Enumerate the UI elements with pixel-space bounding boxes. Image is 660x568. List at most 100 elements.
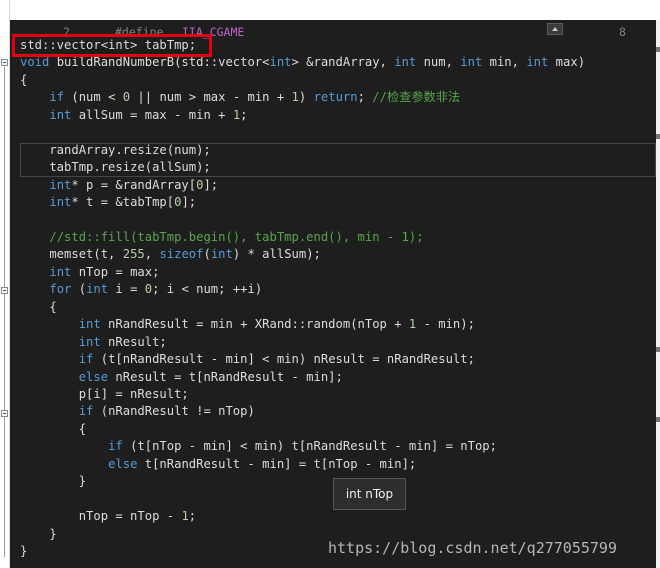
code-token: if — [78, 352, 94, 367]
scrollbar-marker — [656, 347, 660, 352]
code-line[interactable]: { — [20, 72, 27, 89]
code-line[interactable]: if (nRandResult != nTop) — [20, 403, 255, 420]
code-line[interactable]: randArray.resize(num); — [20, 142, 211, 159]
code-token: else — [108, 456, 138, 471]
code-line[interactable]: memset(t, 255, sizeof(int) * allSum); — [20, 246, 321, 263]
code-line[interactable]: if (t[nRandResult - min] < min) nResult … — [20, 351, 475, 368]
code-token: ; — [357, 90, 373, 105]
code-line[interactable]: if (t[nTop - min] < min) t[nRandResult -… — [20, 438, 497, 455]
code-token: i = — [108, 282, 145, 297]
code-line[interactable]: int allSum = max - min + 1; — [20, 107, 248, 124]
code-line[interactable]: tabTmp.resize(allSum); — [20, 159, 210, 176]
code-line[interactable]: nTop = nTop - 1; — [20, 508, 196, 525]
outline-margin — [0, 0, 10, 568]
code-token: ( — [203, 247, 211, 262]
code-token: 1 — [181, 509, 189, 524]
code-token: nRandResult = min + XRand::random(nTop + — [100, 317, 409, 332]
code-token: (nRandResult != nTop) — [93, 404, 255, 419]
code-line[interactable]: int nRandResult = min + XRand::random(nT… — [20, 316, 475, 333]
right-scrollbar[interactable] — [656, 20, 660, 568]
code-token: int — [394, 55, 417, 70]
code-token: { — [20, 72, 28, 87]
code-token: 255 — [122, 247, 145, 262]
scrollbar-marker — [656, 417, 660, 422]
code-token: > &randArray, — [291, 55, 395, 70]
code-token: * p = &randArray[ — [71, 177, 197, 192]
code-line[interactable]: } — [20, 526, 57, 543]
code-token: allSum = max - min + — [71, 107, 233, 122]
code-token: { — [20, 421, 87, 436]
scroll-up-button[interactable] — [547, 23, 563, 35]
code-token: p[i] = nResult; — [20, 387, 189, 401]
code-token: if — [108, 439, 123, 454]
code-token: void — [20, 55, 50, 70]
code-token: int — [49, 177, 72, 192]
code-token: ]; — [203, 177, 219, 192]
code-token: ( — [71, 282, 87, 297]
code-token: ) * allSum); — [232, 247, 321, 262]
code-line[interactable]: { — [20, 421, 86, 438]
code-token: int — [49, 195, 72, 210]
code-line[interactable]: { — [20, 299, 57, 316]
code-token: t[nRandResult - min] = t[nTop - min]; — [137, 456, 417, 471]
code-token: ; — [240, 107, 248, 122]
code-token: (t[nRandResult - min] < min) nResult = n… — [93, 352, 475, 367]
code-line[interactable]: int nTop = max; — [20, 264, 159, 281]
code-line[interactable]: int* t = &tabTmp[0]; — [20, 194, 196, 211]
code-line[interactable]: int* p = &randArray[0]; — [20, 177, 218, 194]
code-token: ) — [298, 90, 314, 105]
code-token: , — [144, 247, 160, 262]
code-token: sizeof — [159, 247, 204, 262]
code-token: return — [313, 90, 358, 105]
code-token: 0 — [122, 90, 131, 105]
fold-toggle-icon[interactable] — [1, 59, 8, 66]
scrollbar-marker — [656, 47, 660, 52]
code-line[interactable]: else t[nRandResult - min] = t[nTop - min… — [20, 456, 416, 473]
code-token: randArray.resize(num); — [20, 142, 211, 157]
code-token: memset(t, — [20, 247, 123, 262]
code-token: int — [460, 55, 483, 70]
quickinfo-tooltip: int nTop — [333, 478, 406, 510]
top-strip — [0, 0, 660, 20]
code-token: ]; — [181, 195, 197, 210]
outline-guide — [4, 543, 5, 557]
code-line[interactable]: else nResult = t[nRandResult - min]; — [20, 369, 343, 386]
code-line[interactable]: int nResult; — [20, 334, 167, 351]
code-token: int — [269, 55, 292, 70]
code-line[interactable]: p[i] = nResult; — [20, 386, 189, 403]
code-token: buildRandNumberB(std::vector< — [49, 55, 270, 70]
outline-guide — [4, 67, 5, 543]
code-token: nResult; — [100, 334, 167, 349]
code-token: int — [86, 282, 109, 297]
code-line[interactable]: for (int i = 0; i < num; ++i) — [20, 281, 262, 298]
code-token: - min); — [416, 317, 475, 332]
code-token: } — [20, 474, 87, 489]
code-token: 1 — [291, 90, 299, 105]
code-token: } — [20, 544, 28, 559]
code-token: { — [20, 299, 57, 314]
code-token: 0 — [144, 282, 153, 297]
code-line[interactable]: if (num < 0 || num > max - min + 1) retu… — [20, 89, 460, 106]
code-line[interactable]: } — [20, 473, 86, 490]
watermark: https://blog.csdn.net/q277055799 — [328, 539, 617, 557]
code-token: if — [78, 404, 94, 419]
code-token: nResult = t[nRandResult - min]; — [108, 369, 343, 384]
code-token: int — [49, 264, 72, 279]
fold-toggle-icon[interactable] — [1, 287, 8, 294]
scrollbar-marker — [656, 134, 660, 139]
code-token: //检查参数非法 — [372, 90, 461, 105]
code-line[interactable]: } — [20, 543, 27, 560]
code-line[interactable]: //std::fill(tabTmp.begin(), tabTmp.end()… — [20, 229, 423, 246]
fold-toggle-icon[interactable] — [1, 410, 8, 417]
code-token: int — [78, 317, 101, 332]
code-token: } — [20, 526, 57, 541]
